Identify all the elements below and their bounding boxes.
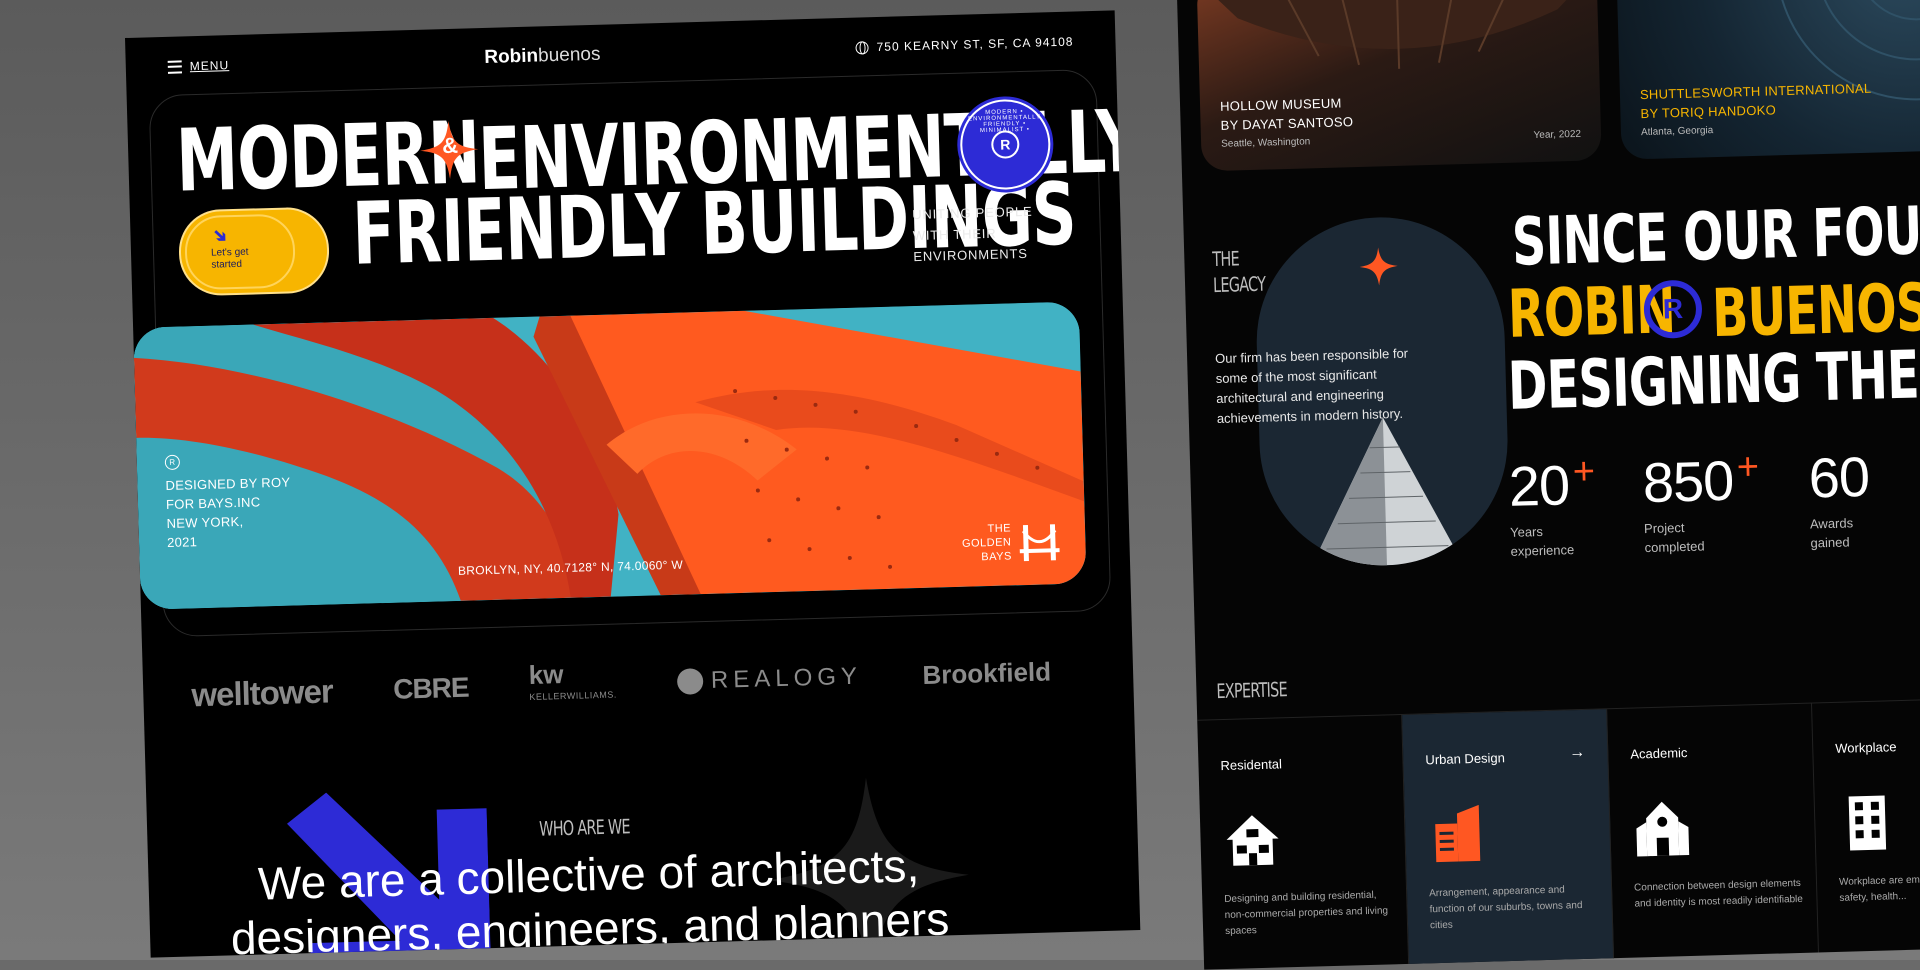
headline-designing: DESIGNING THE FUTUR — [1506, 331, 1920, 425]
welltower-logo: welltower — [190, 672, 334, 714]
golden-gate-bridge-icon — [1019, 522, 1060, 563]
menu-button[interactable]: MENU — [167, 58, 230, 74]
logo-bold: Robin — [484, 45, 539, 68]
who-label: WHO ARE WE — [539, 813, 666, 841]
headline-since: SINCE OUR FOUNDING — [1510, 187, 1920, 281]
stat-awards: 60 Awards gained — [1808, 445, 1881, 553]
expertise-desc: Designing and building residential, non-… — [1224, 889, 1389, 938]
globe-icon — [855, 40, 869, 55]
stat-value: 850 — [1641, 448, 1735, 515]
expertise-desc: Workplace are employee perf... safety, h… — [1838, 873, 1920, 904]
arrow-right-icon[interactable]: → — [1569, 744, 1585, 762]
legacy-paragraph: Our firm has been responsible for some o… — [1214, 345, 1409, 427]
house-icon — [1226, 815, 1279, 866]
expertise-list: Residental Designing and building reside… — [1197, 696, 1920, 970]
expertise-title: Urban Design — [1425, 750, 1506, 768]
school-icon — [1636, 801, 1690, 857]
stat-years: 20+ Years experience — [1508, 451, 1596, 561]
stat-plus: + — [1572, 450, 1595, 494]
hero-tagline: UNITING PEOPLE WITH THEIR ENVIRONMENTS — [912, 203, 1033, 265]
legacy-headline-line2: ROBIN — [1507, 271, 1741, 353]
partner-logos: welltower CBRE kw KELLERWILLIAMS. REALOGY… — [191, 646, 1052, 720]
hamburger-icon — [167, 59, 182, 74]
hero-caption: R DESIGNED BY ROY FOR BAYS.INC NEW YORK,… — [164, 452, 293, 552]
expertise-desc: Arrangement, appearance and function of … — [1429, 884, 1583, 932]
project-card-shuttlesworth[interactable]: SHUTTLESWORTH INTERNATIONAL BY TORIQ HAND… — [1616, 0, 1920, 160]
kellerwilliams-logo: kw KELLERWILLIAMS. — [528, 659, 617, 708]
stat-label: Awards gained — [1809, 515, 1854, 551]
expertise-card-residential[interactable]: Residental Designing and building reside… — [1197, 714, 1410, 970]
realogy-wordmark: REALOGY — [710, 662, 863, 694]
realogy-icon — [676, 668, 704, 695]
project-title-line2: BY DAYAT SANTOSO — [1220, 114, 1354, 133]
cta-label: Let's get started — [210, 246, 249, 271]
menu-label: MENU — [189, 58, 230, 74]
caption-line4: 2021 — [166, 534, 198, 551]
address: 750 KEARNY ST, SF, CA 94108 — [855, 34, 1074, 55]
expertise-title: Residental — [1220, 756, 1283, 774]
realogy-logo: REALOGY — [676, 662, 863, 696]
project-year: Year, 2022 — [1533, 128, 1582, 142]
stat-plus — [1872, 443, 1873, 485]
stat-value: 20 — [1507, 453, 1570, 518]
cbre-logo: CBRE — [392, 671, 469, 705]
expertise-label-text: EXPERTISE — [1216, 677, 1288, 704]
project-place: Atlanta, Georgia — [1640, 125, 1714, 139]
urban-building-icon — [1435, 804, 1481, 863]
ampersand: & — [441, 132, 459, 159]
legacy-headline-line1: SINCE OUR FOUNDING — [1510, 186, 1920, 281]
project-card-hollow-museum[interactable]: HOLLOW MUSEUM BY DAYAT SANTOSO Seattle, W… — [1196, 0, 1602, 172]
expertise-card-urban-design[interactable]: Urban Design → Arrangement, appearance a… — [1402, 709, 1615, 970]
brookfield-logo: Brookfield — [922, 655, 1052, 690]
project-title: HOLLOW MUSEUM BY DAYAT SANTOSO — [1220, 93, 1354, 135]
expertise-title: Academic — [1630, 745, 1688, 762]
expertise-card-workplace[interactable]: Workplace Workplace are employee perf...… — [1812, 697, 1920, 964]
brand-logo[interactable]: Robinbuenos — [484, 44, 601, 69]
project-title: SHUTTLESWORTH INTERNATIONAL BY TORIQ HAND… — [1640, 79, 1873, 123]
office-building-icon — [1848, 795, 1887, 851]
expertise-card-academic[interactable]: Academic Connection between design eleme… — [1607, 703, 1820, 970]
expertise-label: EXPERTISE — [1216, 676, 1315, 703]
caption-line1: DESIGNED BY ROY — [165, 474, 291, 494]
who-label-text: WHO ARE WE — [538, 814, 631, 841]
stat-plus: + — [1736, 445, 1759, 489]
rotating-badge: MODERN • ENVIRONMENTALLY FRIENDLY • MINI… — [959, 98, 1052, 191]
stat-label: Years experience — [1509, 523, 1575, 559]
get-started-button[interactable]: ➔ Let's get started — [177, 206, 331, 297]
landing-page-screen: MENU Robinbuenos 750 KEARNY ST, SF, CA 9… — [125, 10, 1141, 958]
stat-label: Project completed — [1643, 520, 1705, 556]
stat-value: 60 — [1807, 444, 1870, 510]
legacy-label: THE LEGACY — [1212, 244, 1273, 300]
partner-name: THE GOLDEN BAYS — [961, 522, 1012, 564]
expertise-title: Workplace — [1835, 739, 1897, 756]
expertise-desc: Connection between design elements and i… — [1633, 877, 1804, 910]
legacy-label-text: THE LEGACY — [1212, 246, 1266, 298]
logo-light: buenos — [537, 43, 601, 67]
registered-mark-icon: R — [164, 454, 181, 471]
stat-projects: 850+ Project completed — [1641, 446, 1760, 557]
address-text: 750 KEARNY ST, SF, CA 94108 — [876, 34, 1074, 55]
kw-wordmark: KELLERWILLIAMS. — [529, 689, 617, 702]
about-page-screen: HOLLOW MUSEUM BY DAYAT SANTOSO Seattle, W… — [1176, 0, 1920, 970]
